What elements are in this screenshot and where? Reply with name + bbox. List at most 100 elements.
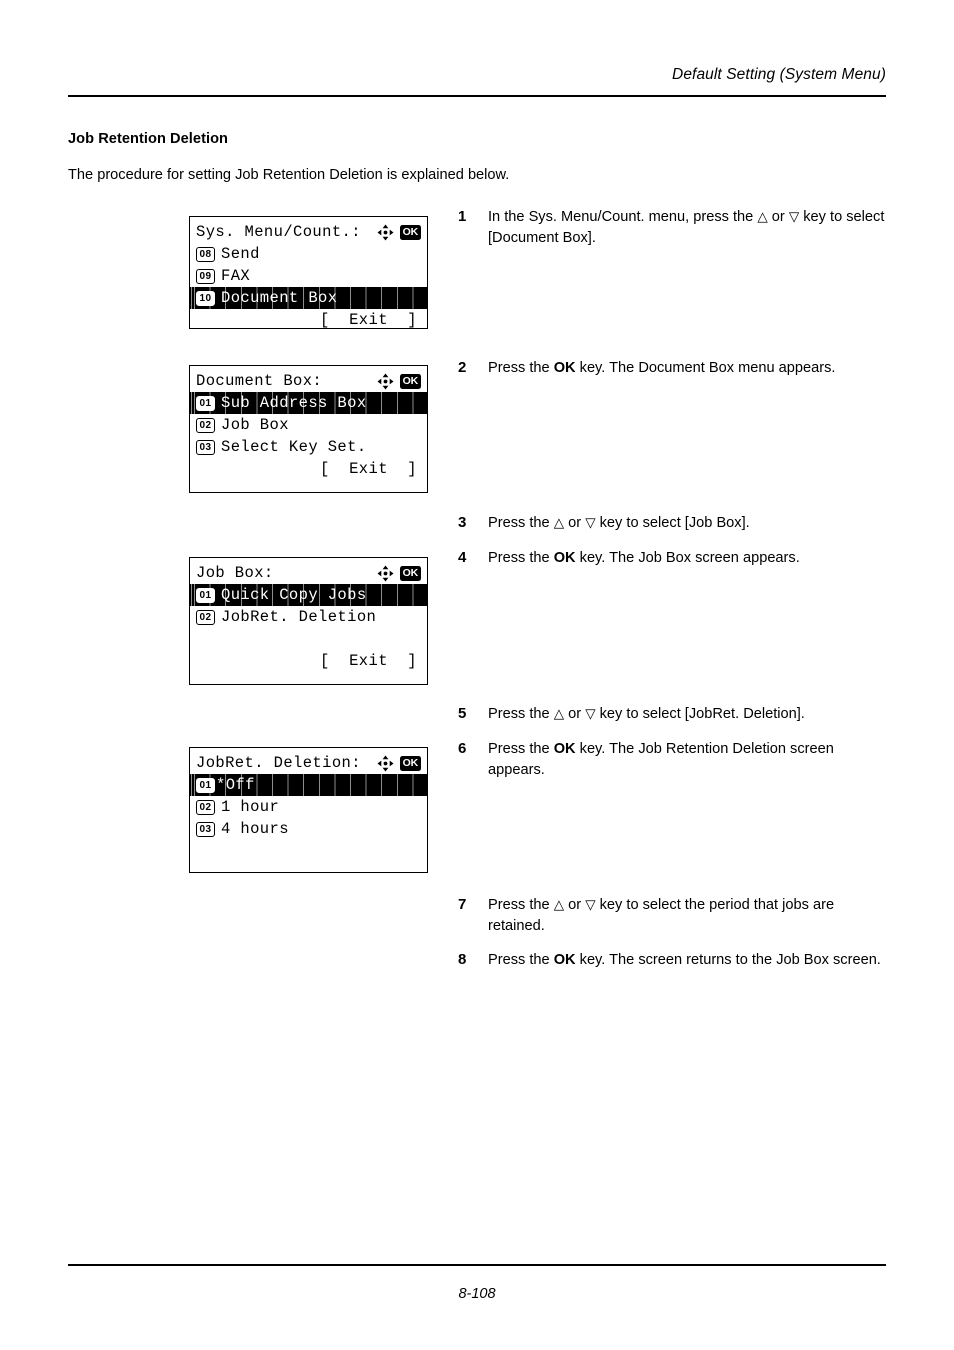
page-number: 8-108	[458, 1286, 496, 1302]
lcd-screen-sys-menu-count: Sys. Menu/Count.: OK 08 Send 09 FAX 10 Document…	[189, 216, 428, 329]
menu-item-label: FAX	[221, 267, 251, 285]
text-run: Press the	[488, 706, 554, 722]
step-item: 5 Press the △ or ▽ key to select [JobRet.…	[458, 704, 894, 725]
step-text: In the Sys. Menu/Count. menu, press the …	[488, 207, 894, 248]
arrow-key-glyph: ▽	[585, 515, 596, 530]
running-head: Default Setting (System Menu)	[672, 66, 886, 83]
text-run: Press the	[488, 360, 554, 376]
menu-item-label: 4 hours	[221, 820, 289, 838]
lcd-screen-job-box: Job Box: OK 01 Quick Copy Jobs 02 JobRet. Del…	[189, 557, 428, 685]
ok-key-name: OK	[553, 360, 576, 376]
step-item: 1 In the Sys. Menu/Count. menu, press the…	[458, 207, 894, 248]
text-run: Press the	[488, 741, 554, 757]
step-text: Press the △ or ▽ key to select the perio…	[488, 895, 894, 936]
arrow-key-glyph: △	[553, 897, 565, 912]
four-way-arrow-icon	[377, 755, 394, 772]
text-run: or	[767, 209, 789, 225]
step-text: Press the △ or ▽ key to select [Job Box]…	[488, 513, 894, 534]
step-number: 2	[458, 359, 467, 376]
text-run: or	[564, 706, 586, 722]
text-run: key. The Document Box menu appears.	[575, 360, 836, 376]
text-run: or	[564, 897, 586, 913]
step-item: 7 Press the △ or ▽ key to select the peri…	[458, 895, 894, 936]
step-number: 6	[458, 740, 467, 757]
menu-index-badge: 08	[196, 246, 215, 262]
arrow-key-glyph: △	[553, 706, 565, 721]
text-run: or	[564, 515, 586, 531]
step-number: 5	[458, 705, 467, 722]
arrow-key-glyph: ▽	[585, 706, 596, 721]
step-number: 8	[458, 951, 467, 968]
text-run: Press the	[488, 952, 554, 968]
menu-index-badge: 10	[196, 290, 215, 306]
lcd-exit-button[interactable]: [ Exit ]	[190, 650, 427, 672]
page-title: Job Retention Deletion	[68, 131, 229, 147]
arrow-key-glyph: ▽	[788, 209, 800, 224]
lcd-menu-item[interactable]: 01 *Off	[190, 774, 427, 796]
text-run: Press the	[488, 550, 554, 566]
ok-key-name: OK	[553, 550, 576, 566]
step-item: 3 Press the △ or ▽ key to select [Job Box…	[458, 513, 894, 534]
menu-index-badge: 01	[196, 777, 215, 793]
menu-index-badge: 02	[196, 609, 215, 625]
step-text: Press the OK key. The Document Box menu …	[488, 358, 894, 379]
text-run: In the Sys. Menu/Count. menu, press the	[488, 209, 758, 225]
lcd-screen-jobret-deletion: JobRet. Deletion: OK 01 *Off 02 1 hour 03 4 hou…	[189, 747, 428, 873]
lcd-blank-row	[190, 628, 427, 650]
ok-key-icon: OK	[399, 755, 421, 771]
four-way-arrow-icon	[377, 224, 394, 241]
lcd-menu-item[interactable]: 01 Sub Address Box	[190, 392, 427, 414]
footer-rule	[68, 1264, 886, 1266]
text-run: key. The screen returns to the Job Box s…	[575, 952, 881, 968]
menu-item-label: 1 hour	[221, 798, 280, 816]
ok-key-name: OK	[553, 952, 576, 968]
menu-index-badge: 03	[196, 439, 215, 455]
lcd-title: JobRet. Deletion:	[196, 754, 361, 772]
menu-item-label: Document Box	[221, 289, 338, 307]
step-item: 8 Press the OK key. The screen returns to…	[458, 950, 894, 971]
menu-index-badge: 01	[196, 395, 215, 411]
menu-index-badge: 02	[196, 417, 215, 433]
step-number: 7	[458, 896, 467, 913]
menu-item-label: *Off	[216, 776, 255, 794]
ok-key-icon: OK	[399, 224, 421, 240]
lcd-header-row: JobRet. Deletion: OK	[190, 748, 427, 774]
lcd-title: Sys. Menu/Count.:	[196, 223, 361, 241]
menu-item-label: Send	[221, 245, 260, 263]
step-number: 1	[458, 208, 467, 225]
ok-key-name: OK	[553, 741, 576, 757]
lcd-menu-item[interactable]: 03 Select Key Set.	[190, 436, 427, 458]
step-text: Press the △ or ▽ key to select [JobRet. …	[488, 704, 894, 725]
header-rule	[68, 95, 886, 97]
lcd-menu-item[interactable]: 02 JobRet. Deletion	[190, 606, 427, 628]
lcd-header-row: Document Box: OK	[190, 366, 427, 392]
step-text: Press the OK key. The screen returns to …	[488, 950, 894, 971]
text-run: key to select [JobRet. Deletion].	[595, 706, 805, 722]
lcd-exit-button[interactable]: [ Exit ]	[190, 309, 427, 331]
step-number: 4	[458, 549, 467, 566]
text-run: key to select [Job Box].	[595, 515, 750, 531]
lcd-menu-item[interactable]: 01 Quick Copy Jobs	[190, 584, 427, 606]
lcd-title: Job Box:	[196, 564, 274, 582]
menu-item-label: Quick Copy Jobs	[221, 586, 367, 604]
menu-item-label: JobRet. Deletion	[221, 608, 377, 626]
lcd-menu-item[interactable]: 03 4 hours	[190, 818, 427, 840]
step-text: Press the OK key. The Job Retention Dele…	[488, 739, 894, 780]
arrow-key-glyph: △	[553, 515, 565, 530]
lcd-header-row: Sys. Menu/Count.: OK	[190, 217, 427, 243]
lcd-menu-item[interactable]: 08 Send	[190, 243, 427, 265]
lcd-menu-item[interactable]: 02 Job Box	[190, 414, 427, 436]
lcd-title: Document Box:	[196, 372, 323, 390]
menu-index-badge: 02	[196, 799, 215, 815]
step-item: 6 Press the OK key. The Job Retention Del…	[458, 739, 894, 780]
menu-index-badge: 01	[196, 587, 215, 603]
step-text: Press the OK key. The Job Box screen app…	[488, 548, 894, 569]
text-run: Press the	[488, 515, 554, 531]
step-number: 3	[458, 514, 467, 531]
lcd-menu-item[interactable]: 10 Document Box	[190, 287, 427, 309]
manual-page: Default Setting (System Menu) Job Retent…	[0, 0, 954, 1350]
lcd-menu-item[interactable]: 09 FAX	[190, 265, 427, 287]
four-way-arrow-icon	[377, 565, 394, 582]
lcd-menu-item[interactable]: 02 1 hour	[190, 796, 427, 818]
lcd-exit-button[interactable]: [ Exit ]	[190, 458, 427, 480]
